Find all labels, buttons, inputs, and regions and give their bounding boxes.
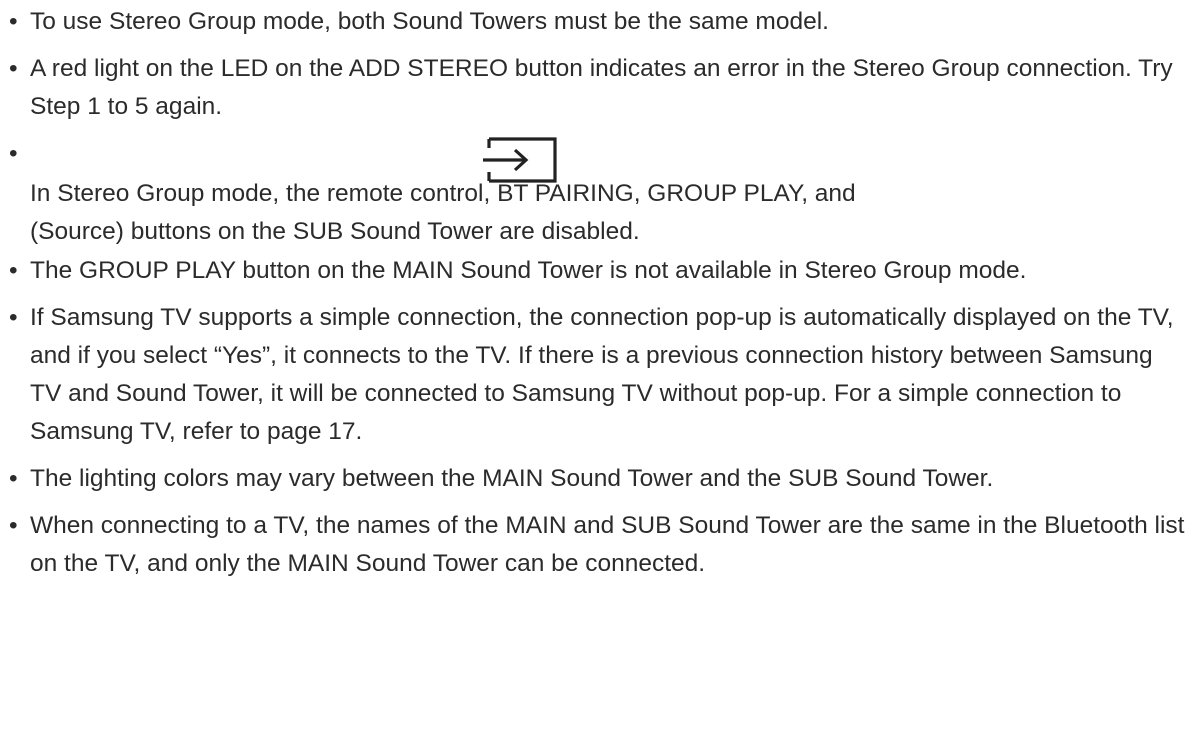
note-lighting-colors: • The lighting colors may vary between t… [9,460,1189,498]
note-text: The GROUP PLAY button on the MAIN Sound … [30,257,1027,284]
note-text-line: (Source) buttons on the SUB Sound Tower … [30,218,640,245]
bullet: • [9,465,18,492]
source-icon [481,137,557,183]
note-text-line: In Stereo Group mode, the remote control… [30,180,856,207]
note-text: The lighting colors may vary between the… [30,465,994,492]
bullet: • [9,55,18,82]
bullet: • [9,512,18,539]
bullet: • [9,304,18,331]
note-tv-bluetooth-names: • When connecting to a TV, the names of … [9,507,1189,583]
note-text: If Samsung TV supports a simple connecti… [30,304,1174,445]
notes-list: • To use Stereo Group mode, both Sound T… [9,3,1189,592]
bullet: • [9,8,18,35]
note-text: To use Stereo Group mode, both Sound Tow… [30,8,829,35]
note-red-light-error: • A red light on the LED on the ADD STER… [9,50,1189,126]
note-text: A red light on the LED on the ADD STEREO… [30,55,1173,120]
note-same-model: • To use Stereo Group mode, both Sound T… [9,3,1189,41]
note-text: When connecting to a TV, the names of th… [30,512,1185,577]
bullet: • [9,257,18,284]
note-sub-buttons-disabled: • In Stereo Group mode, the remote contr… [9,135,1189,245]
bullet: • [9,140,18,167]
note-samsung-tv-simple-connection: • If Samsung TV supports a simple connec… [9,299,1189,451]
note-group-play-unavailable: • The GROUP PLAY button on the MAIN Soun… [9,252,1189,290]
